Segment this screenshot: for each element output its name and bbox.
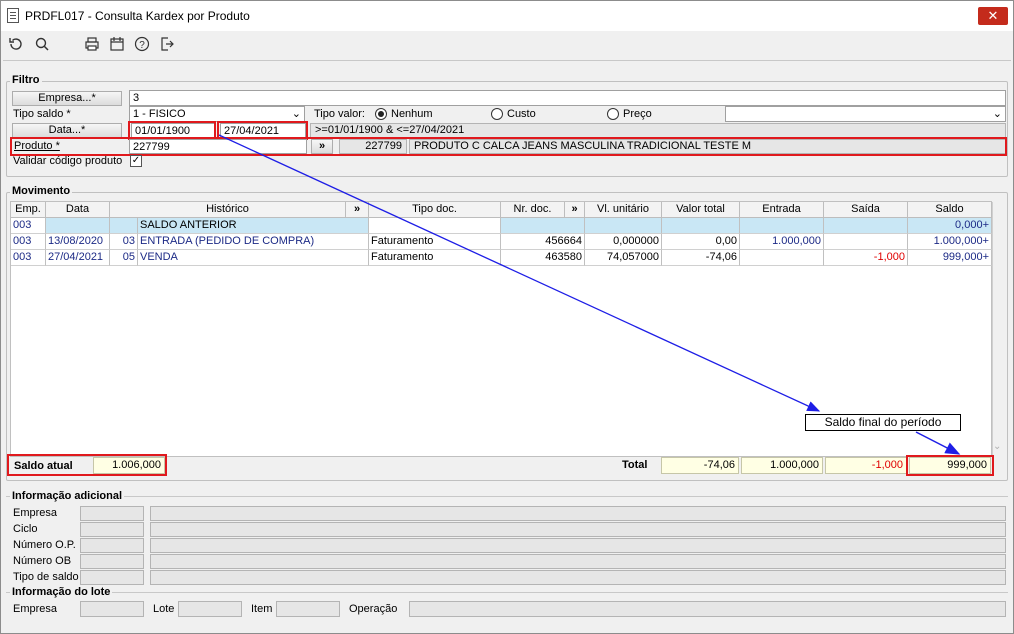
info-tipo-saldo-label: Tipo de saldo	[13, 571, 79, 583]
info-divider	[6, 496, 1008, 497]
info-numero-ob-label: Número OB	[13, 555, 72, 567]
kardex-window: PRDFL017 - Consulta Kardex por Produto ✕…	[0, 0, 1014, 634]
lote-empresa-field	[80, 601, 144, 617]
info-numero-op-desc	[150, 538, 1006, 553]
callout-saldo-final: Saldo final do período	[805, 414, 961, 431]
lote-operacao-field	[409, 601, 1006, 617]
info-ciclo-desc	[150, 522, 1006, 537]
info-legend: Informação adicional	[10, 490, 125, 502]
info-numero-op-label: Número O.P.	[13, 539, 76, 551]
lote-legend: Informação do lote	[10, 586, 113, 598]
info-numero-op-code	[80, 538, 144, 553]
info-empresa-code	[80, 506, 144, 521]
info-empresa-label: Empresa	[13, 507, 58, 519]
lote-divider	[6, 592, 1008, 593]
info-tipo-saldo-desc	[150, 570, 1006, 585]
info-numero-ob-code	[80, 554, 144, 569]
info-tipo-saldo-code	[80, 570, 144, 585]
lote-lote-field	[178, 601, 242, 617]
arrow-to-callout	[218, 134, 821, 412]
lote-operacao-label: Operação	[349, 603, 398, 615]
arrow-to-total-saldo	[915, 431, 961, 455]
lote-item-label: Item	[251, 603, 273, 615]
lote-item-field	[276, 601, 340, 617]
info-ciclo-label: Ciclo	[13, 523, 38, 535]
info-empresa-desc	[150, 506, 1006, 521]
lote-empresa-label: Empresa	[13, 603, 58, 615]
info-numero-ob-desc	[150, 554, 1006, 569]
lote-lote-label: Lote	[153, 603, 175, 615]
info-ciclo-code	[80, 522, 144, 537]
